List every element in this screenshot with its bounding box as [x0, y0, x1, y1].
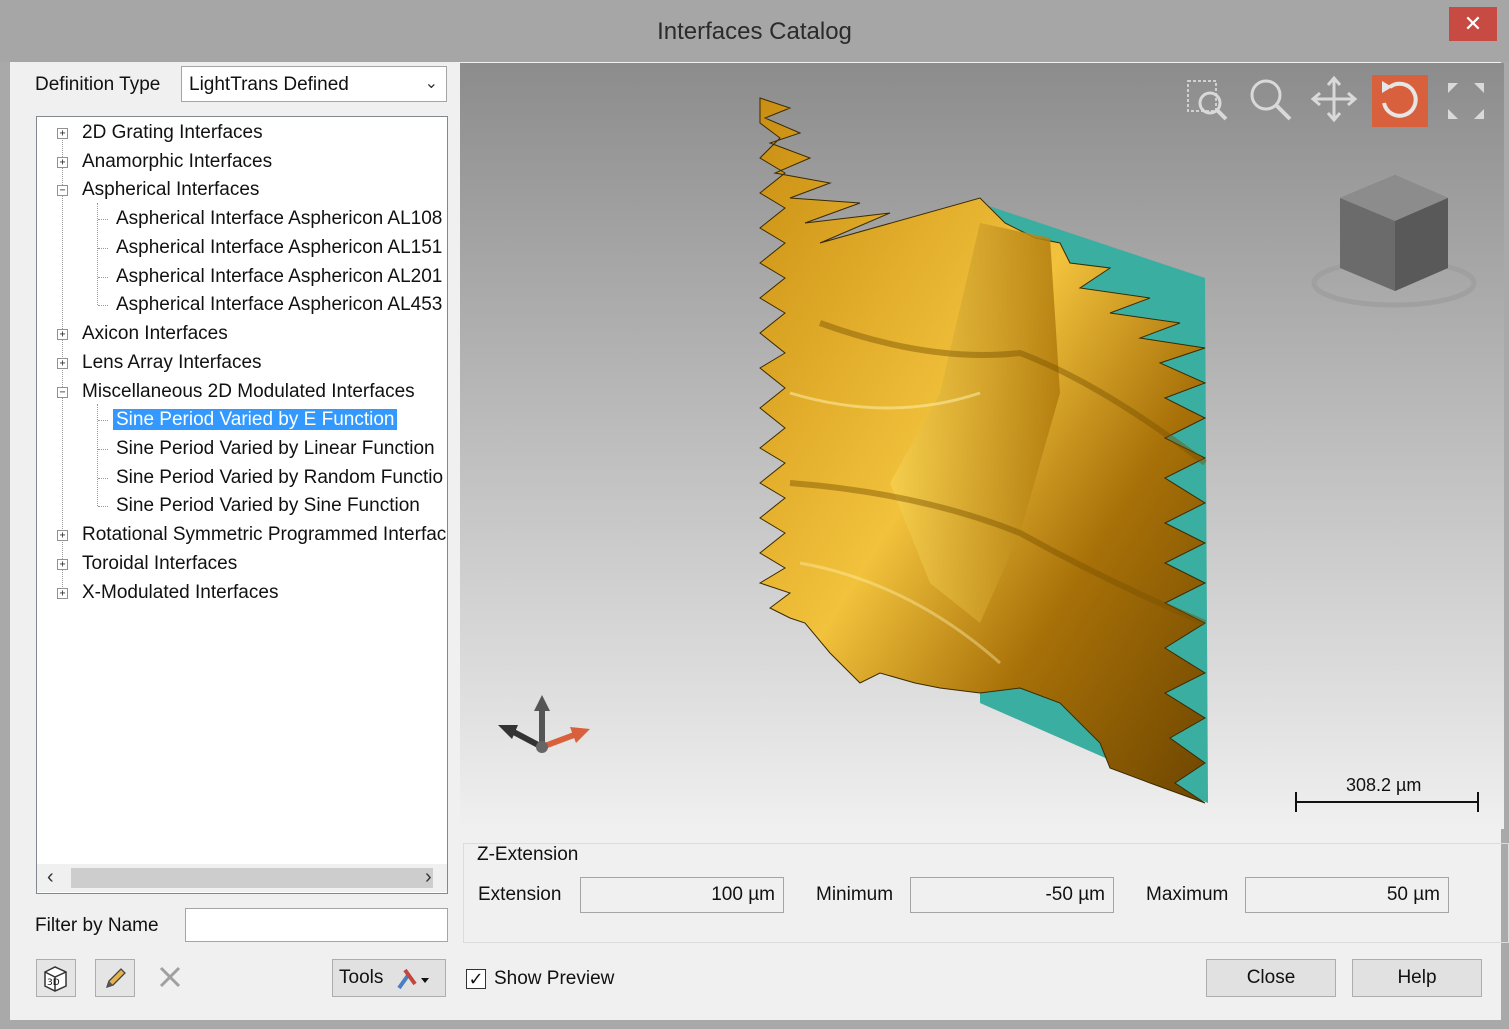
tree-item-sine-linear-function[interactable]: Sine Period Varied by Linear Function — [113, 435, 438, 463]
tools-icon — [397, 968, 429, 990]
expand-plus-icon[interactable]: + — [57, 329, 68, 340]
definition-type-select[interactable]: LightTrans Defined ⌄ — [181, 66, 447, 102]
tree-item-asphericon-al453[interactable]: Aspherical Interface Asphericon AL453 — [113, 291, 445, 319]
svg-text:3D: 3D — [47, 978, 60, 988]
tree-item-anamorphic[interactable]: Anamorphic Interfaces — [79, 148, 275, 176]
tree-horizontal-scrollbar[interactable]: ‹ › — [37, 864, 447, 892]
tree-item-misc-2d-modulated[interactable]: Miscellaneous 2D Modulated Interfaces — [79, 378, 418, 406]
tree-item-asphericon-al108[interactable]: Aspherical Interface Asphericon AL108 — [113, 205, 445, 233]
close-button[interactable]: Close — [1206, 959, 1336, 997]
collapse-minus-icon[interactable]: − — [57, 387, 68, 398]
zoom-window-icon[interactable] — [1184, 75, 1232, 123]
scroll-right-arrow-icon[interactable]: › — [425, 866, 432, 889]
expand-plus-icon[interactable]: + — [57, 559, 68, 570]
tree-item-x-modulated[interactable]: X-Modulated Interfaces — [79, 579, 281, 607]
view-3d-button[interactable]: 3D — [36, 959, 76, 997]
interfaces-catalog-window: Interfaces Catalog ✕ Definition Type Lig… — [0, 0, 1509, 1029]
delete-x-icon — [159, 966, 181, 988]
maximum-field[interactable]: 50 µm — [1245, 877, 1449, 913]
tools-label: Tools — [339, 967, 384, 988]
view-cube-icon — [1311, 175, 1477, 308]
cube-3d-icon: 3D — [44, 966, 67, 992]
tree-item-aspherical[interactable]: Aspherical Interfaces — [79, 176, 262, 204]
help-button[interactable]: Help — [1352, 959, 1482, 997]
filter-by-name-input[interactable] — [185, 908, 448, 942]
zoom-icon[interactable] — [1246, 75, 1294, 123]
window-close-button[interactable]: ✕ — [1449, 7, 1497, 41]
rotate-button[interactable] — [1372, 75, 1428, 127]
tools-dropdown-button[interactable]: Tools — [332, 959, 446, 997]
minimum-label: Minimum — [816, 884, 894, 905]
tree-item-asphericon-al201[interactable]: Aspherical Interface Asphericon AL201 — [113, 263, 445, 291]
title-bar[interactable]: Interfaces Catalog ✕ — [0, 0, 1509, 62]
preview-3d-viewport[interactable]: 308.2 µm — [460, 63, 1504, 829]
expand-plus-icon[interactable]: + — [57, 157, 68, 168]
expand-plus-icon[interactable]: + — [57, 530, 68, 541]
edit-button[interactable] — [95, 959, 135, 997]
pan-move-icon[interactable] — [1310, 75, 1358, 123]
scale-bar — [1295, 792, 1479, 812]
tree-connector — [98, 277, 108, 278]
expand-plus-icon[interactable]: + — [57, 588, 68, 599]
tree-connector — [98, 420, 108, 421]
extension-label: Extension — [478, 884, 562, 905]
fit-view-icon[interactable] — [1444, 79, 1488, 123]
tree-connector — [98, 478, 108, 479]
tree-item-sine-sine-function[interactable]: Sine Period Varied by Sine Function — [113, 492, 423, 520]
tree-item-axicon[interactable]: Axicon Interfaces — [79, 320, 231, 348]
tree-item-asphericon-al151[interactable]: Aspherical Interface Asphericon AL151 — [113, 234, 445, 262]
show-preview-label: Show Preview — [494, 968, 615, 989]
tree-item-2d-grating[interactable]: 2D Grating Interfaces — [79, 119, 266, 147]
z-extension-title: Z-Extension — [473, 844, 583, 866]
delete-button[interactable] — [150, 959, 190, 997]
minimum-field[interactable]: -50 µm — [910, 877, 1114, 913]
tree-item-toroidal[interactable]: Toroidal Interfaces — [79, 550, 240, 578]
tree-item-sine-random-function[interactable]: Sine Period Varied by Random Functio — [113, 464, 446, 492]
window-title: Interfaces Catalog — [657, 18, 852, 45]
tree-connector — [98, 449, 108, 450]
expand-plus-icon[interactable]: + — [57, 358, 68, 369]
axes-triad-icon — [498, 695, 590, 753]
surface-3d-render — [498, 97, 1477, 804]
interface-tree[interactable]: + 2D Grating Interfaces + Anamorphic Int… — [36, 116, 448, 894]
tree-item-sine-e-function[interactable]: Sine Period Varied by E Function — [113, 406, 398, 434]
pencil-icon — [105, 968, 126, 989]
maximum-label: Maximum — [1146, 884, 1229, 905]
scroll-left-arrow-icon[interactable]: ‹ — [47, 866, 54, 889]
collapse-minus-icon[interactable]: − — [57, 185, 68, 196]
tree-item-lens-array[interactable]: Lens Array Interfaces — [79, 349, 265, 377]
chevron-down-icon: ⌄ — [424, 75, 438, 92]
show-preview-checkbox[interactable]: ✓ — [466, 969, 486, 989]
tree-connector — [98, 248, 108, 249]
tree-connector — [98, 219, 108, 220]
tree-item-rotational-symmetric[interactable]: Rotational Symmetric Programmed Interfac… — [79, 521, 447, 549]
tree-connector — [98, 305, 108, 306]
tree-connector — [98, 506, 108, 507]
filter-by-name-label: Filter by Name — [35, 915, 159, 936]
scrollbar-thumb[interactable] — [71, 868, 433, 888]
definition-type-value: LightTrans Defined — [189, 74, 349, 95]
extension-field[interactable]: 100 µm — [580, 877, 784, 913]
expand-plus-icon[interactable]: + — [57, 128, 68, 139]
definition-type-label: Definition Type — [35, 74, 161, 95]
rotate-icon — [1382, 81, 1418, 118]
